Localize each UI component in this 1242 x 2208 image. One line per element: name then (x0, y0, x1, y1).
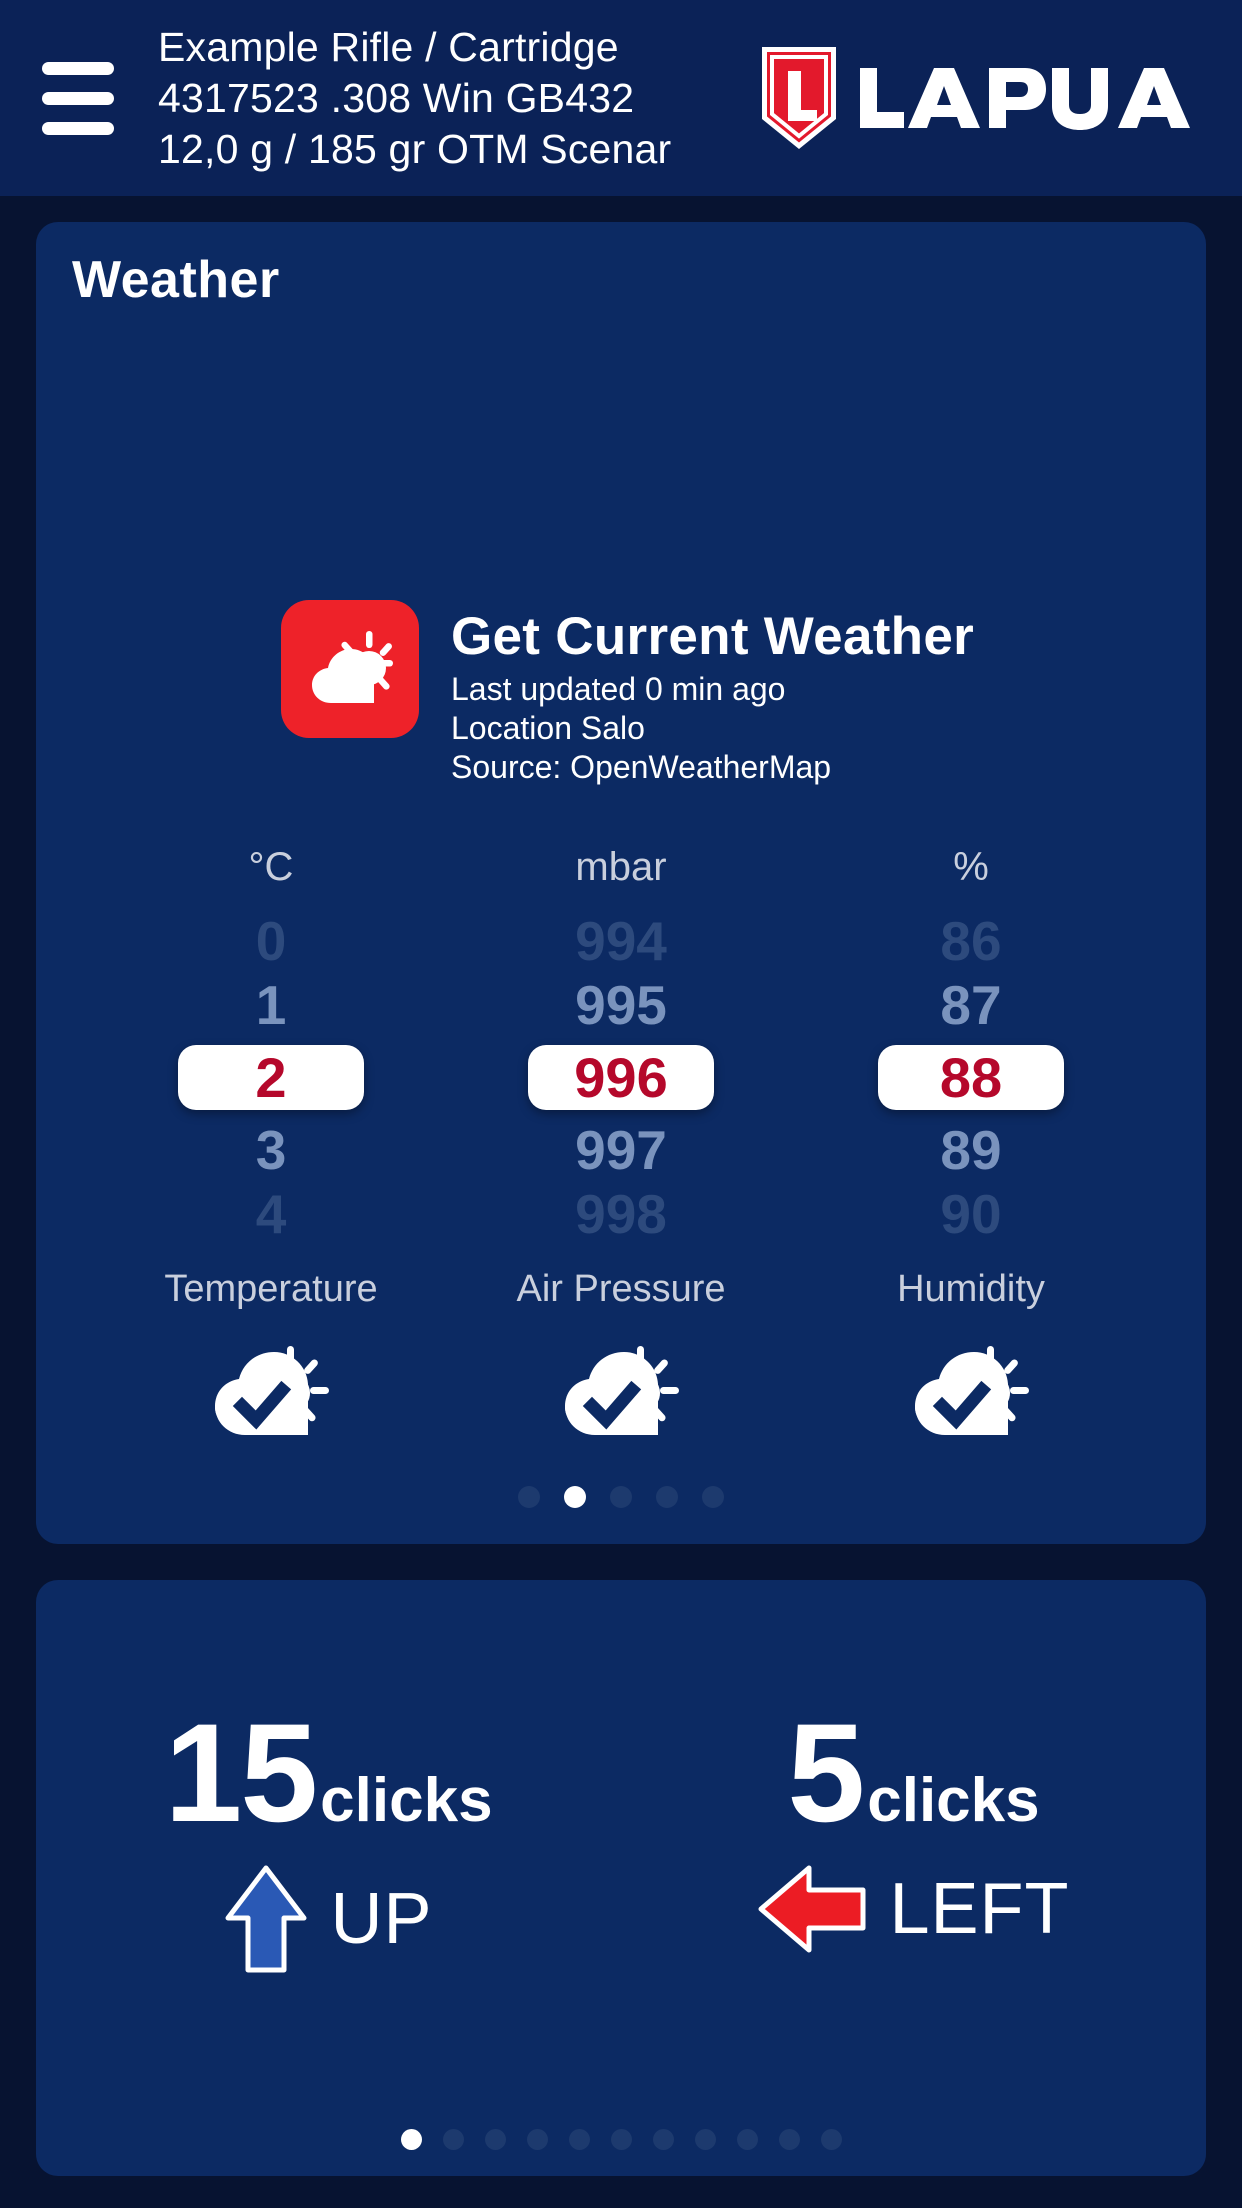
windage-direction: LEFT (757, 1864, 1069, 1954)
cloud-sun-check-icon (562, 1340, 680, 1440)
hamburger-menu-icon[interactable] (42, 61, 130, 135)
pagination-dot[interactable] (778, 2129, 800, 2150)
get-current-weather-block[interactable]: Get Current Weather Last updated 0 min a… (281, 600, 974, 785)
hamburger-bar (42, 121, 114, 135)
lapua-logo (760, 45, 1216, 151)
pagination-dot[interactable] (610, 1486, 632, 1508)
header-title-line-1: Example Rifle / Cartridge (158, 23, 619, 70)
hamburger-bar (42, 61, 114, 75)
elevation-adjustment[interactable]: 15 clicks UP (36, 1698, 621, 1974)
pagination-dot[interactable] (652, 2129, 674, 2150)
pagination-dot[interactable] (610, 2129, 632, 2150)
wheel-value-above-near[interactable]: 87 (826, 973, 1116, 1037)
header-title-block[interactable]: Example Rifle / Cartridge 4317523 .308 W… (158, 22, 671, 175)
wheel-value-above-near[interactable]: 995 (476, 973, 766, 1037)
weather-pagination-dots[interactable] (36, 1486, 1206, 1508)
windage-clicks-number: 5 (787, 1694, 865, 1851)
windage-click-count: 5 clicks (787, 1698, 1039, 1848)
elevation-clicks-number: 15 (164, 1694, 318, 1851)
air-pressure-picker[interactable]: mbar 994 995 996 997 998 Air Pressure (476, 842, 766, 1440)
source-text: Source: OpenWeatherMap (451, 749, 832, 785)
header-title-line-2: 4317523 .308 Win GB432 (158, 74, 635, 121)
pagination-dot-active[interactable] (400, 2129, 422, 2150)
get-current-weather-title: Get Current Weather (451, 607, 975, 666)
weather-card-title: Weather (72, 251, 280, 309)
air-pressure-label: Air Pressure (516, 1268, 726, 1310)
clicks-pagination-dots[interactable] (36, 2129, 1206, 2150)
pagination-dot[interactable] (736, 2129, 758, 2150)
temperature-wheel[interactable]: 0 1 2 3 4 (126, 910, 416, 1245)
wheel-value-above-far[interactable]: 994 (476, 909, 766, 973)
air-pressure-selected-value[interactable]: 996 (528, 1044, 714, 1110)
pagination-dot[interactable] (568, 2129, 590, 2150)
last-updated-text: Last updated 0 min ago (451, 671, 786, 707)
app-header: Example Rifle / Cartridge 4317523 .308 W… (0, 0, 1242, 196)
windage-clicks-unit: clicks (867, 1766, 1040, 1835)
wheel-value-below-far[interactable]: 4 (126, 1182, 416, 1246)
temperature-picker[interactable]: °C 0 1 2 3 4 Temperature (126, 842, 416, 1440)
pagination-dot-active[interactable] (564, 1486, 586, 1508)
pagination-dot[interactable] (694, 2129, 716, 2150)
wheel-value-above-far[interactable]: 86 (826, 909, 1116, 973)
cloud-sun-check-icon (212, 1340, 330, 1440)
humidity-unit: % (953, 845, 989, 889)
cloud-sun-icon (281, 600, 419, 738)
humidity-wheel[interactable]: 86 87 88 89 90 (826, 910, 1116, 1245)
wheel-value-below-near[interactable]: 997 (476, 1118, 766, 1182)
weather-meta: Get Current Weather Last updated 0 min a… (451, 600, 974, 785)
pagination-dot[interactable] (656, 1486, 678, 1508)
pagination-dot[interactable] (518, 1486, 540, 1508)
clicks-row: 15 clicks UP 5 clicks LEFT (36, 1698, 1206, 1974)
humidity-picker[interactable]: % 86 87 88 89 90 Humidity (826, 842, 1116, 1440)
arrow-left-icon (758, 1865, 866, 1953)
windage-adjustment[interactable]: 5 clicks LEFT (621, 1698, 1206, 1974)
humidity-selected-value[interactable]: 88 (878, 1044, 1064, 1110)
lapua-wordmark (860, 68, 1190, 130)
arrow-up-icon (225, 1865, 307, 1973)
pagination-dot[interactable] (702, 1486, 724, 1508)
header-title-line-3: 12,0 g / 185 gr OTM Scenar (158, 125, 672, 172)
weather-pickers: °C 0 1 2 3 4 Temperature mbar 994 995 99… (126, 842, 1116, 1440)
air-pressure-wheel[interactable]: 994 995 996 997 998 (476, 910, 766, 1245)
elevation-direction-label: UP (330, 1879, 433, 1959)
hamburger-bar (42, 91, 114, 105)
pagination-dot[interactable] (820, 2129, 842, 2150)
cloud-sun-check-icon (912, 1340, 1030, 1440)
air-pressure-unit: mbar (575, 845, 667, 889)
wheel-value-above-near[interactable]: 1 (126, 973, 416, 1037)
lapua-shield-icon (762, 47, 836, 149)
humidity-label: Humidity (897, 1268, 1045, 1310)
wheel-value-above-far[interactable]: 0 (126, 909, 416, 973)
pagination-dot[interactable] (484, 2129, 506, 2150)
elevation-clicks-unit: clicks (320, 1766, 493, 1835)
temperature-label: Temperature (164, 1268, 378, 1310)
temperature-unit: °C (248, 845, 294, 889)
temperature-selected-value[interactable]: 2 (178, 1044, 364, 1110)
wheel-value-below-far[interactable]: 90 (826, 1182, 1116, 1246)
location-text: Location Salo (451, 710, 645, 746)
elevation-click-count: 15 clicks (164, 1698, 492, 1848)
windage-direction-label: LEFT (889, 1869, 1070, 1949)
pagination-dot[interactable] (526, 2129, 548, 2150)
elevation-direction: UP (224, 1864, 432, 1974)
weather-card: Weather Get Current Weather Last updated… (36, 222, 1206, 1544)
app-root: Example Rifle / Cartridge 4317523 .308 W… (0, 0, 1242, 2208)
wheel-value-below-near[interactable]: 3 (126, 1118, 416, 1182)
pagination-dot[interactable] (442, 2129, 464, 2150)
wheel-value-below-far[interactable]: 998 (476, 1182, 766, 1246)
wheel-value-below-near[interactable]: 89 (826, 1118, 1116, 1182)
clicks-card: 15 clicks UP 5 clicks LEFT (36, 1580, 1206, 2176)
